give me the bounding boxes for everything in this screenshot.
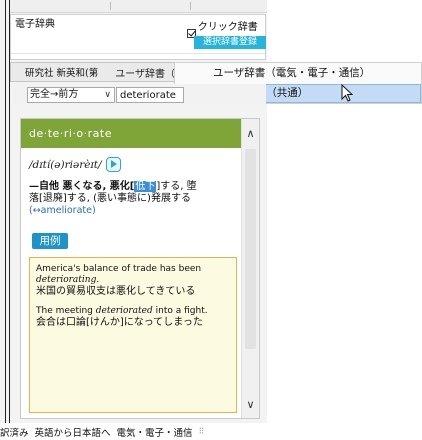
status-dictionary: 電気・電子・通信 (116, 427, 193, 439)
antonym-link[interactable]: (↔ameliorate) (29, 205, 239, 217)
window-border (5, 0, 6, 423)
window-top-strip (10, 0, 267, 13)
example-text: into a fight. (152, 306, 208, 316)
resize-grip-icon[interactable]: ⠿ (199, 427, 205, 436)
example-japanese: 米国の貿易収支は悪化してきている (36, 286, 196, 297)
entry-panel: de·te·ri·o·rate ∧ ∨ /dɪtí(ə)riərèɪt/ —自他… (20, 118, 260, 419)
definition-text: ]する, 堕 (156, 181, 197, 192)
mouse-pointer-icon (341, 84, 354, 102)
scrollbar-thumb[interactable] (245, 149, 256, 349)
example-text: The meeting (36, 306, 96, 316)
headword-bar: de·te·ri·o·rate (21, 119, 242, 148)
example-japanese: 会合は口論[けんか]になってしまった (36, 317, 203, 328)
dropdown-item-electrical[interactable]: ユーザ辞書（電気・電子・通信） (175, 64, 421, 83)
example-english: America's balance of trade has been dete… (36, 264, 230, 286)
definition: —自他 悪くなる, 悪化[低下]する, 堕 落[退廃]する, (悪い事態に)発展… (29, 181, 239, 217)
example-keyword: deteriorating (36, 275, 97, 285)
highlighted-term: 低下 (134, 181, 157, 192)
status-translated: 訳済み (0, 427, 29, 439)
pronunciation-row: /dɪtí(ə)riərèɪt/ (29, 157, 121, 172)
usage-examples-tag: 用例 (32, 233, 68, 249)
match-mode-value: 完全→前方 (30, 89, 79, 100)
search-input[interactable] (116, 87, 184, 103)
definition-line: 落[退廃]する, (悪い事態に)発展する (29, 193, 191, 204)
chevron-down-icon[interactable]: ∨ (104, 88, 111, 102)
definition-text: —自他 悪くなる, 悪化[ (29, 181, 135, 192)
headword: de·te·ri·o·rate (29, 127, 112, 140)
pronunciation: /dɪtí(ə)riərèɪt/ (29, 158, 102, 171)
chevron-down-icon[interactable]: ∨ (242, 396, 259, 414)
example-keyword: deteriorated (95, 306, 153, 316)
status-bar: 訳済み 英語から日本語へ 電気・電子・通信 ⠿ (0, 423, 270, 440)
dictionary-header-panel: 電子辞典 クリック辞書引 選択辞書登録 (10, 14, 266, 60)
strip-divider (110, 2, 111, 10)
example-text: . (96, 275, 100, 285)
definition-line: —自他 悪くなる, 悪化[低下]する, 堕 (29, 181, 239, 193)
strip-divider (190, 2, 191, 10)
dictionary-title: 電子辞典 (15, 19, 55, 30)
entry-scrollbar[interactable]: ∧ ∨ (241, 119, 259, 418)
search-row: 完全→前方 ∨ (10, 84, 266, 104)
dictionary-selector[interactable]: 研究社 新英和(第7版)・和英 (11, 65, 99, 79)
usage-tag-label: 用例 (39, 235, 61, 247)
header-divider (11, 53, 265, 54)
register-selected-dictionary-button[interactable]: 選択辞書登録 (194, 36, 266, 49)
register-button-label: 選択辞書登録 (202, 37, 257, 47)
status-direction: 英語から日本語へ (34, 427, 111, 439)
chevron-up-icon[interactable]: ∧ (242, 125, 259, 143)
examples-box: America's balance of trade has been dete… (29, 257, 237, 413)
example-text: America's balance of trade has been (36, 264, 202, 274)
match-mode-select[interactable]: 完全→前方 ∨ (27, 87, 115, 103)
play-audio-icon[interactable] (105, 157, 121, 172)
example-english: The meeting deteriorated into a fight. (36, 306, 230, 317)
